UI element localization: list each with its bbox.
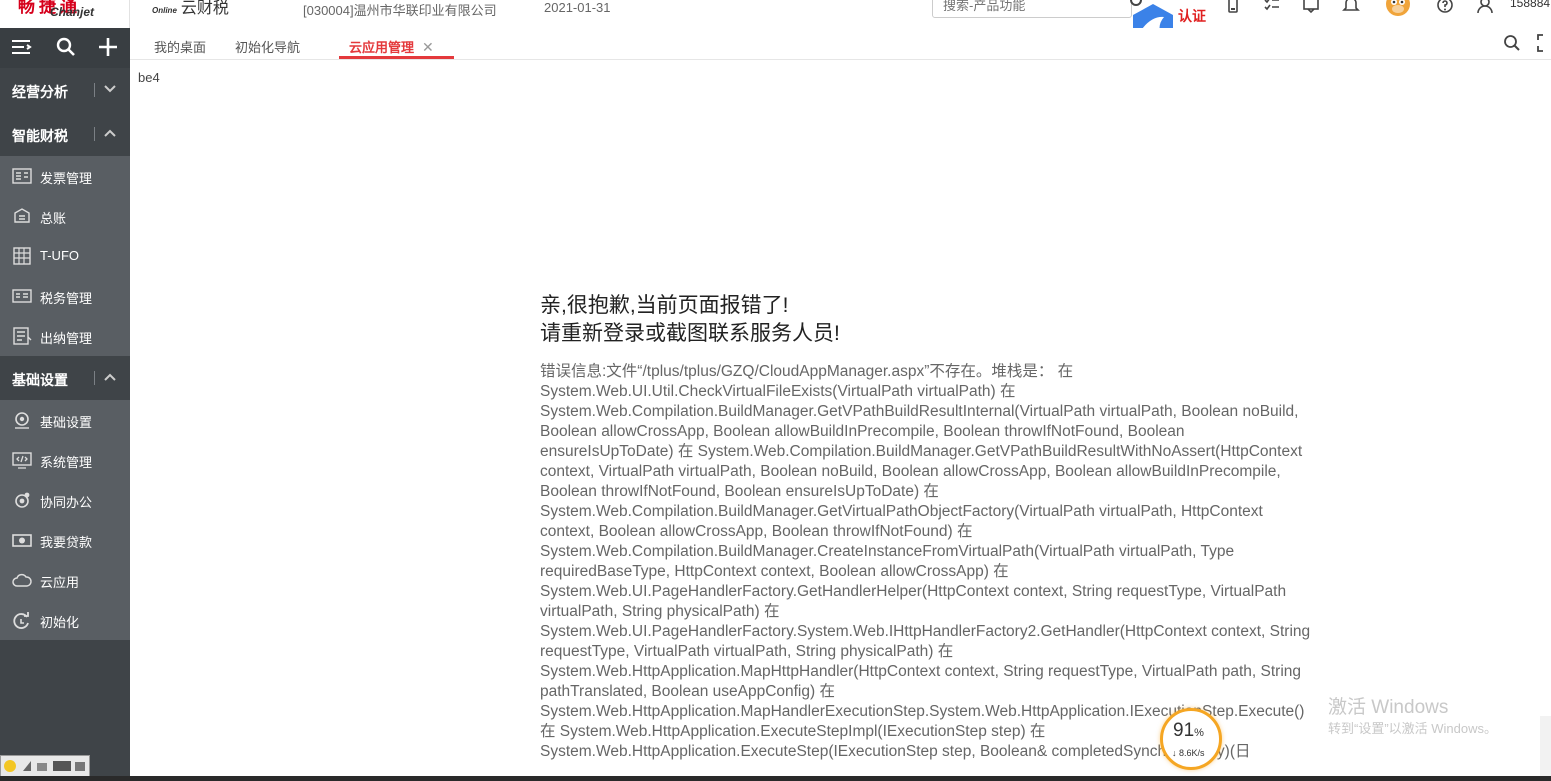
windows-activation-title: 激活 Windows [1328,697,1449,718]
chevron-up-icon[interactable] [103,370,117,384]
cashier-icon [13,327,32,345]
add-icon[interactable] [97,36,119,63]
menu-toggle-icon[interactable] [10,36,32,63]
sidebar-group-label: 智能财税 [12,128,68,144]
auth-link[interactable]: 认证 [1178,6,1206,26]
sidebar-item-cloud-apps[interactable]: 云应用 [0,560,130,600]
tab-label: 初始化导航 [235,40,301,55]
close-tab-icon[interactable]: ✕ [422,39,434,55]
product-search-input[interactable] [933,0,1113,17]
sidebar-item-label: 基础设置 [40,415,93,430]
tab-label: 我的桌面 [154,40,207,55]
sidebar-toolbar [0,28,130,68]
tab-cloud-app-manage[interactable]: 云应用管理 ✕ [339,28,454,59]
gauge-value: 91% [1173,720,1204,742]
divider [94,83,95,97]
content-area: be4 亲,很抱歉,当前页面报错了! 请重新登录或截图联系服务人员! 错误信息:… [130,61,1551,777]
sidebar-item-label: 云应用 [40,575,80,590]
system-tray[interactable] [0,755,90,777]
sidebar-item-label: 初始化 [40,615,80,630]
sidebar-item-loan[interactable]: 我要贷款 [0,520,130,560]
top-bar: 畅捷通 Chanjet Online 云财税 [030004]温州市华联印业有限公… [0,0,1551,50]
tray-icons [4,760,85,772]
network-speed-gauge[interactable]: 91% ↓ 8.6K/s [1160,708,1222,770]
loan-icon [12,534,32,547]
sidebar-item-init[interactable]: 初始化 [0,600,130,640]
chanjet-logo[interactable]: 畅捷通 Chanjet [0,0,130,28]
sidebar-group-business-analysis[interactable]: 经营分析 [0,68,130,112]
tab-label: 云应用管理 [349,40,415,55]
chevron-up-icon[interactable] [103,126,117,140]
ledger-icon [14,208,30,223]
error-title-line-1: 亲,很抱歉,当前页面报错了! [540,294,789,317]
tab-search-icon[interactable] [1503,34,1521,52]
brand-online-label: Online [152,6,177,15]
sidebar-group-label: 基础设置 [12,372,68,388]
login-date[interactable]: 2021-01-31 [544,0,611,15]
base-menu: 基础设置 系统管理 协同办公 我要贷款 云应用 初始化 [0,400,130,640]
tab-init-guide[interactable]: 初始化导航 [235,28,300,59]
gauge-percent: 91 [1173,720,1195,741]
product-search-box[interactable] [932,0,1132,18]
help-icon[interactable] [1436,0,1454,14]
cloud-icon [12,573,32,587]
tab-my-desktop[interactable]: 我的桌面 [154,28,206,59]
sidebar-item-label: 总账 [40,211,67,226]
sidebar-item-label: 我要贷款 [40,535,93,550]
logo-text-en: Chanjet [50,5,95,19]
sidebar-item-label: 出纳管理 [40,331,93,346]
user-phone[interactable]: 158884 [1510,0,1550,10]
bell-icon[interactable] [1342,0,1360,14]
checklist-icon[interactable] [1263,0,1281,14]
sidebar-item-invoice[interactable]: 发票管理 [0,156,130,196]
taskbar [0,776,1551,781]
scrollbar[interactable] [1540,716,1551,776]
chevron-down-icon[interactable] [103,82,117,96]
sidebar-item-ledger[interactable]: 总账 [0,196,130,236]
sidebar-group-base-settings[interactable]: 基础设置 [0,356,130,400]
sidebar-group-smart-finance[interactable]: 智能财税 [0,112,130,156]
sidebar-item-base-settings[interactable]: 基础设置 [0,400,130,440]
error-stack-trace: 错误信息:文件“/tplus/tplus/GZQ/CloudAppManager… [540,363,1311,760]
debug-text: be4 [138,70,160,85]
sidebar-search-icon[interactable] [55,36,77,63]
tab-bar: 我的桌面 初始化导航 云应用管理 ✕ [130,28,1551,60]
fullscreen-icon[interactable] [1537,34,1551,52]
invoice-icon [12,168,32,184]
error-title: 亲,很抱歉,当前页面报错了! 请重新登录或截图联系服务人员! [540,292,840,348]
sidebar-item-label: 系统管理 [40,455,93,470]
sidebar-item-label: 协同办公 [40,495,93,510]
brand-name: 云财税 [180,0,229,17]
app-root: 畅捷通 Chanjet Online 云财税 [030004]温州市华联印业有限公… [0,0,1551,781]
sidebar-item-collab[interactable]: 协同办公 [0,480,130,520]
download-speed: ↓ 8.6K/s [1172,748,1205,758]
error-title-line-2: 请重新登录或截图联系服务人员! [540,322,840,345]
collab-icon [15,492,30,508]
sidebar-item-tax[interactable]: 税务管理 [0,276,130,316]
sidebar-group-label: 经营分析 [12,84,68,100]
report-icon [13,247,31,265]
settings-icon [15,412,29,429]
sidebar-item-cashier[interactable]: 出纳管理 [0,316,130,356]
user-icon[interactable] [1476,0,1494,14]
sidebar-item-label: T-UFO [40,248,79,263]
gauge-unit: % [1194,727,1204,739]
tax-icon [12,289,32,303]
windows-activation-hint: 转到“设置”以激活 Windows。 [1328,721,1498,736]
sidebar-item-system[interactable]: 系统管理 [0,440,130,480]
sidebar-item-tufo[interactable]: T-UFO [0,236,130,276]
message-icon[interactable] [1302,0,1320,14]
system-icon [12,452,32,469]
divider [94,371,95,385]
sidebar-item-label: 发票管理 [40,171,93,186]
sidebar-item-label: 税务管理 [40,291,93,306]
monkey-avatar-icon[interactable] [1372,0,1424,22]
divider [94,127,95,141]
mobile-icon[interactable] [1224,0,1242,14]
sidebar: 经营分析 智能财税 发票管理 总账 T-UFO 税务管理 出纳管理 基础设置 基… [0,28,130,781]
finance-menu: 发票管理 总账 T-UFO 税务管理 出纳管理 [0,156,130,356]
product-brand: Online 云财税 [152,0,229,18]
company-name[interactable]: [030004]温州市华联印业有限公司 [303,0,497,19]
init-icon [13,612,29,629]
